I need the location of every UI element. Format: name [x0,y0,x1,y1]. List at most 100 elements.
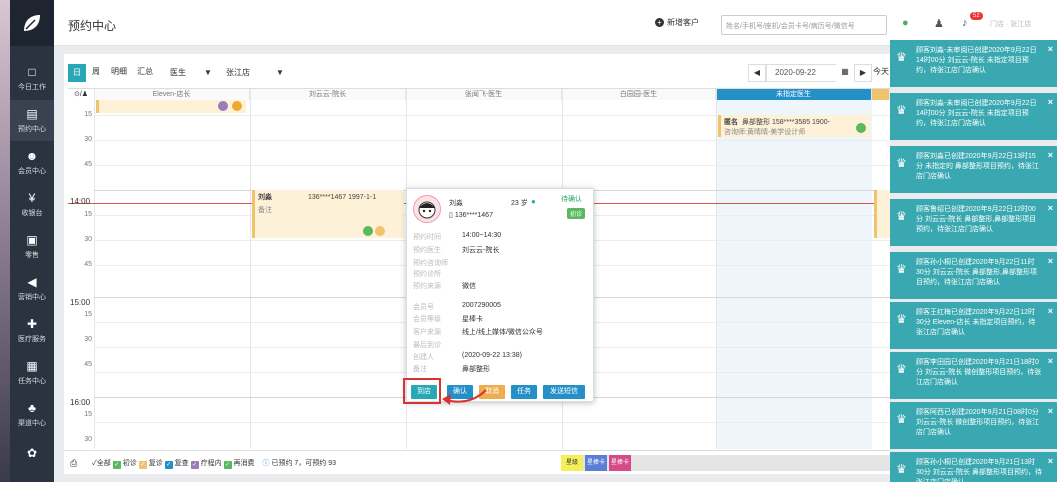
store-select-value: 张江店 [226,68,250,77]
monitor-icon: □ [28,65,36,79]
appointment-block[interactable] [96,100,246,113]
notification-card[interactable]: ♛ 顾客孙小桐已创建2020年9月21日13时30分 刘云云-院长 鼻部整形项目预… [890,452,1057,482]
view-week-button[interactable]: 周 [88,64,104,82]
sidebar-item-cashier[interactable]: ¥ 收银台 [10,184,54,225]
current-user[interactable]: 门店 · 张江店 [990,19,1031,29]
yen-icon: ¥ [28,191,36,205]
filter-treatment[interactable]: ✓ 疗程内 [190,460,222,469]
appointment-title: 匿名 鼻部整形 158****3585 1900- [724,119,830,126]
leaf-logo-icon [24,15,40,31]
appointment-block[interactable]: 匿名 鼻部整形 158****3585 1900- 咨询师:黄晴晴-美学设计师 [718,115,870,137]
detail-row: 预约来源 微信 [413,283,476,290]
tag-circle-icon [232,101,242,111]
sidebar-item-more[interactable]: ✿ [10,432,54,473]
tooth-icon: ♛ [896,209,907,223]
close-icon[interactable]: × [1048,356,1053,366]
sidebar-item-medical[interactable]: ✚ 医疗服务 [10,310,54,351]
notification-card[interactable]: ♛ 顾客孙小桐已创建2020年9月22日11时30分 刘云云-院长 鼻部整形,鼻部… [890,252,1057,299]
notification-card[interactable]: ♛ 顾客李田园已创建2020年9月21日18时0分 刘云云-院长 微创整形项目预约… [890,352,1057,399]
visit-type-badge: 初诊 [567,208,586,219]
notification-card[interactable]: ♛ 顾客刘淼已创建2020年9月22日13时15分 未指定的 鼻部整形项目预约，待… [890,146,1057,193]
megaphone-icon: ◀ [27,275,37,289]
app-logo[interactable] [10,0,54,46]
sidebar-item-label: 任务中心 [18,378,46,385]
sidebar-item-today[interactable]: □ 今日工作 [10,58,54,99]
close-icon[interactable]: × [1048,44,1053,54]
view-detail-button[interactable]: 明细 [108,64,130,82]
avatar [413,195,441,223]
time-label: 30 [84,236,92,243]
printer-icon[interactable]: ⎙ [70,458,77,469]
date-input[interactable]: 2020-09-22 [766,64,838,82]
filter-first-visit[interactable]: ✓ 初诊 [112,460,137,469]
column-header[interactable]: 白园园-医生 [562,89,716,100]
notification-count-badge: 52 [970,12,983,20]
appointment-title: 刘淼 136****1467 1997-1-1 [258,194,377,201]
status-circle-icon [856,123,866,133]
appointment-block[interactable] [874,190,890,238]
detail-row: 预约咨询师 [413,260,448,267]
avatar-face-icon [418,201,436,219]
task-button[interactable]: 任务 [511,385,537,399]
grid-row-line [94,422,890,423]
sidebar-item-label: 零售 [25,252,39,259]
search-input[interactable]: 姓名/手机号/座机/会员卡号/病历号/微信号 [721,15,887,35]
send-sms-button[interactable]: 发送短信 [543,385,585,399]
sidebar-item-channels[interactable]: ♣ 渠道中心 [10,394,54,435]
new-customer-button[interactable]: + 新增客户 [655,17,699,28]
next-date-button[interactable]: ▶ [854,64,872,82]
column-header-unassigned[interactable]: 未指定医生 [716,89,872,100]
view-day-button[interactable]: 日 [68,64,86,82]
filter-revisit[interactable]: ✓ 复诊 [138,460,163,469]
sidebar-item-label: 预约中心 [18,126,46,133]
sidebar-item-tasks[interactable]: ▦ 任务中心 [10,352,54,393]
detail-row: 会员号 2007290005 [413,302,501,311]
close-icon[interactable]: × [1048,97,1053,107]
bell-icon[interactable]: ♪ [962,17,968,29]
today-button[interactable]: 今天 [872,64,890,82]
filter-consume[interactable]: ✓ 再消费 [223,460,255,469]
filter-review[interactable]: ✓ 复查 [164,460,189,469]
tooth-icon: ♛ [896,312,907,326]
grid-corner-icon: ⊙/♟ [73,91,89,98]
prev-date-button[interactable]: ◀ [748,64,766,82]
notification-card[interactable]: ♛ 顾客鲁绍已创建2020年9月22日12时00分 刘云云-院长 鼻部整形,鼻部整… [890,199,1057,246]
close-icon[interactable]: × [1048,150,1053,160]
appointment-note: 备注 [258,207,272,214]
sidebar-item-members[interactable]: ☻ 会员中心 [10,142,54,183]
booking-summary: 已预约 7，可预约 93 [271,460,337,467]
contacts-icon[interactable]: ♟ [934,17,944,30]
wechat-icon[interactable]: ● [902,17,909,29]
notification-card[interactable]: ♛ 顾客阿西已创建2020年9月21日08时0分 刘云云-院长 微创整形项目预约，… [890,402,1057,449]
notification-card[interactable]: ♛ 顾客刘淼-未审阅已创建2020年9月22日14时00分 刘云云-院长 未指定项… [890,40,1057,87]
close-icon[interactable]: × [1048,256,1053,266]
filter-all[interactable]: ✓全部 [92,460,111,467]
role-select[interactable]: 医生 ▼ [170,64,216,82]
column-header[interactable]: 张闻飞-医生 [406,89,562,100]
column-header[interactable]: 刘云云-院长 [250,89,406,100]
notification-card[interactable]: ♛ 顾客王红梅已创建2020年9月22日12时30分 Eleven-店长 未指定项… [890,302,1057,349]
sidebar-item-label: 医疗服务 [18,336,46,343]
checkbox-icon: ✓ [223,461,232,469]
arrive-button[interactable]: 到店 [411,385,437,399]
calendar-picker-icon[interactable]: ▦ [836,64,854,82]
checkbox-icon: ✓ [112,461,121,469]
sidebar-item-appointments[interactable]: ▤ 预约中心 [10,100,54,141]
close-icon[interactable]: × [1048,306,1053,316]
close-icon[interactable]: × [1048,456,1053,466]
sidebar-item-retail[interactable]: ▣ 零售 [10,226,54,267]
time-label: 45 [84,361,92,368]
close-icon[interactable]: × [1048,203,1053,213]
role-select-value: 医生 [170,68,186,77]
time-label: 30 [84,136,92,143]
close-icon[interactable]: × [1048,406,1053,416]
legend-filters: ✓全部 ✓ 初诊 ✓ 复诊 ✓ 复查 ✓ 疗程内 ✓ 再消费 ⓘ 已预约 7，可预约 93 [92,458,336,469]
time-label-hour: 16:00 [70,398,91,407]
sidebar-item-marketing[interactable]: ◀ 营销中心 [10,268,54,309]
notification-card[interactable]: ♛ 顾客刘淼-未审阅已创建2020年9月22日14时00分 刘云云-院长 未指定项… [890,93,1057,140]
view-summary-button[interactable]: 汇总 [134,64,156,82]
appointment-block-selected[interactable]: 刘淼 136****1467 1997-1-1 备注 [252,190,404,238]
store-select[interactable]: 张江店 ▼ [226,64,286,82]
sidebar-item-label: 今日工作 [18,84,46,91]
column-header[interactable]: Eleven-店长 [94,89,250,100]
